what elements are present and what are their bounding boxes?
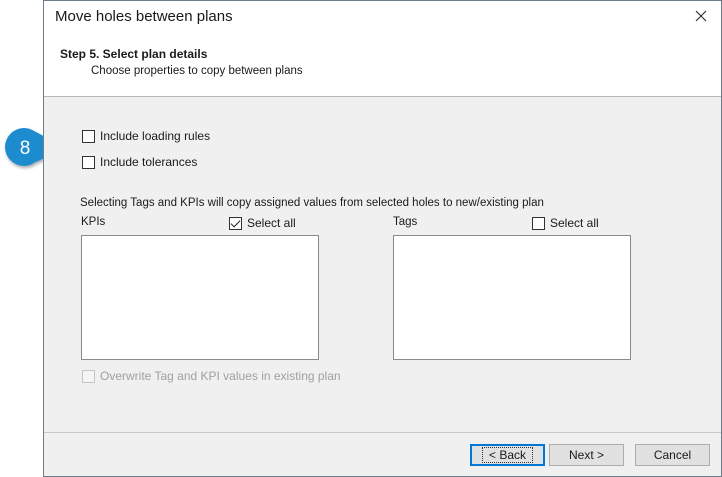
include-loading-rules-checkbox[interactable]: Include loading rules	[82, 129, 210, 143]
include-tolerances-checkbox[interactable]: Include tolerances	[82, 155, 197, 169]
next-button-label: Next >	[568, 448, 604, 462]
kpis-label: KPIs	[81, 216, 106, 228]
footer-divider	[44, 432, 721, 433]
cancel-button[interactable]: Cancel	[635, 444, 710, 466]
title-bar: Move holes between plans	[44, 1, 721, 32]
wizard-header: Step 5. Select plan details Choose prope…	[44, 32, 721, 97]
tags-label: Tags	[393, 216, 418, 228]
close-button[interactable]	[689, 5, 713, 27]
tags-listbox[interactable]	[393, 235, 631, 360]
step-title: Step 5. Select plan details	[60, 47, 208, 61]
tags-select-all-checkbox[interactable]: Select all	[532, 216, 599, 230]
include-tolerances-box[interactable]	[82, 155, 95, 169]
kpis-select-all-box[interactable]	[229, 216, 242, 230]
kpis-select-all-checkbox[interactable]: Select all	[229, 216, 296, 230]
include-loading-rules-label: Include loading rules	[100, 129, 211, 143]
callout-number: 8	[20, 138, 31, 159]
back-button-label: < Back	[481, 447, 534, 463]
kpis-listbox[interactable]	[81, 235, 319, 360]
window-title: Move holes between plans	[55, 8, 233, 25]
move-holes-dialog: Move holes between plans Step 5. Select …	[43, 0, 722, 477]
include-loading-rules-box[interactable]	[82, 129, 95, 143]
overwrite-values-label: Overwrite Tag and KPI values in existing…	[100, 369, 341, 383]
overwrite-values-checkbox: Overwrite Tag and KPI values in existing…	[82, 369, 341, 383]
overwrite-values-box	[82, 369, 95, 383]
next-button[interactable]: Next >	[549, 444, 624, 466]
step-subtitle: Choose properties to copy between plans	[91, 65, 303, 77]
tags-select-all-box[interactable]	[532, 216, 545, 230]
back-button[interactable]: < Back	[470, 444, 545, 466]
cancel-button-label: Cancel	[653, 448, 692, 462]
include-tolerances-label: Include tolerances	[100, 155, 198, 169]
close-icon	[695, 10, 707, 22]
tags-kpis-info-text: Selecting Tags and KPIs will copy assign…	[80, 197, 544, 209]
tags-select-all-label: Select all	[550, 216, 599, 230]
kpis-select-all-label: Select all	[247, 216, 296, 230]
